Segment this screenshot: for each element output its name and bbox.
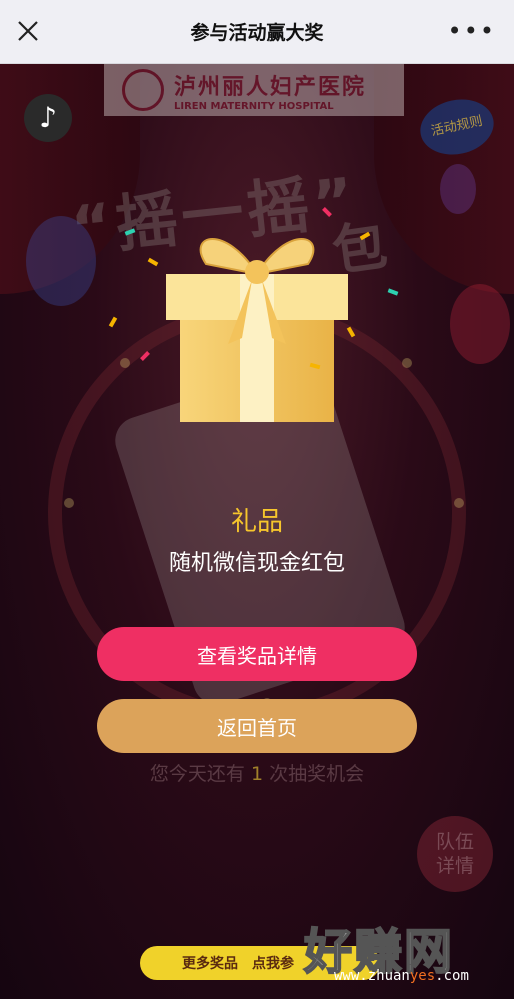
chances-count: 1	[250, 763, 264, 785]
gift-box-icon	[166, 238, 348, 422]
close-icon[interactable]	[16, 19, 40, 43]
hospital-logo-banner: 泸州丽人妇产医院 LIREN MATERNITY HOSPITAL	[104, 64, 404, 116]
balloon-decoration	[440, 164, 476, 214]
hospital-logo-icon	[122, 69, 164, 111]
chances-prefix: 您今天还有	[149, 763, 245, 785]
page-title: 参与活动赢大奖	[190, 22, 324, 44]
more-options-icon[interactable]: •••	[448, 19, 496, 43]
balloon-decoration	[450, 284, 510, 364]
team-label-line2: 详情	[435, 855, 474, 877]
view-prize-details-button[interactable]: 查看奖品详情	[97, 627, 417, 681]
watermark-url: www.zhuanyes.com	[334, 968, 469, 984]
top-nav-bar: 参与活动赢大奖 •••	[0, 0, 514, 64]
activity-stage: 泸州丽人妇产医院 LIREN MATERNITY HOSPITAL ♪ 活动规则…	[0, 64, 514, 999]
team-label-line1: 队伍	[435, 831, 474, 853]
chances-suffix: 次抽奖机会	[269, 763, 365, 785]
site-watermark: 好赚网 www.zhuanyes.com	[303, 912, 500, 994]
prize-name: 随机微信现金红包	[168, 551, 345, 576]
back-home-button[interactable]: 返回首页	[97, 699, 417, 753]
prize-heading: 礼品	[230, 507, 283, 537]
music-toggle-icon[interactable]: ♪	[24, 94, 72, 142]
team-details-button[interactable]: 队伍 详情	[417, 816, 493, 892]
hospital-name-en: LIREN MATERNITY HOSPITAL	[174, 100, 334, 112]
balloon-decoration	[26, 216, 96, 306]
remaining-chances-text: 您今天还有 1 次抽奖机会	[0, 759, 514, 786]
hospital-name: 泸州丽人妇产医院	[174, 74, 367, 100]
